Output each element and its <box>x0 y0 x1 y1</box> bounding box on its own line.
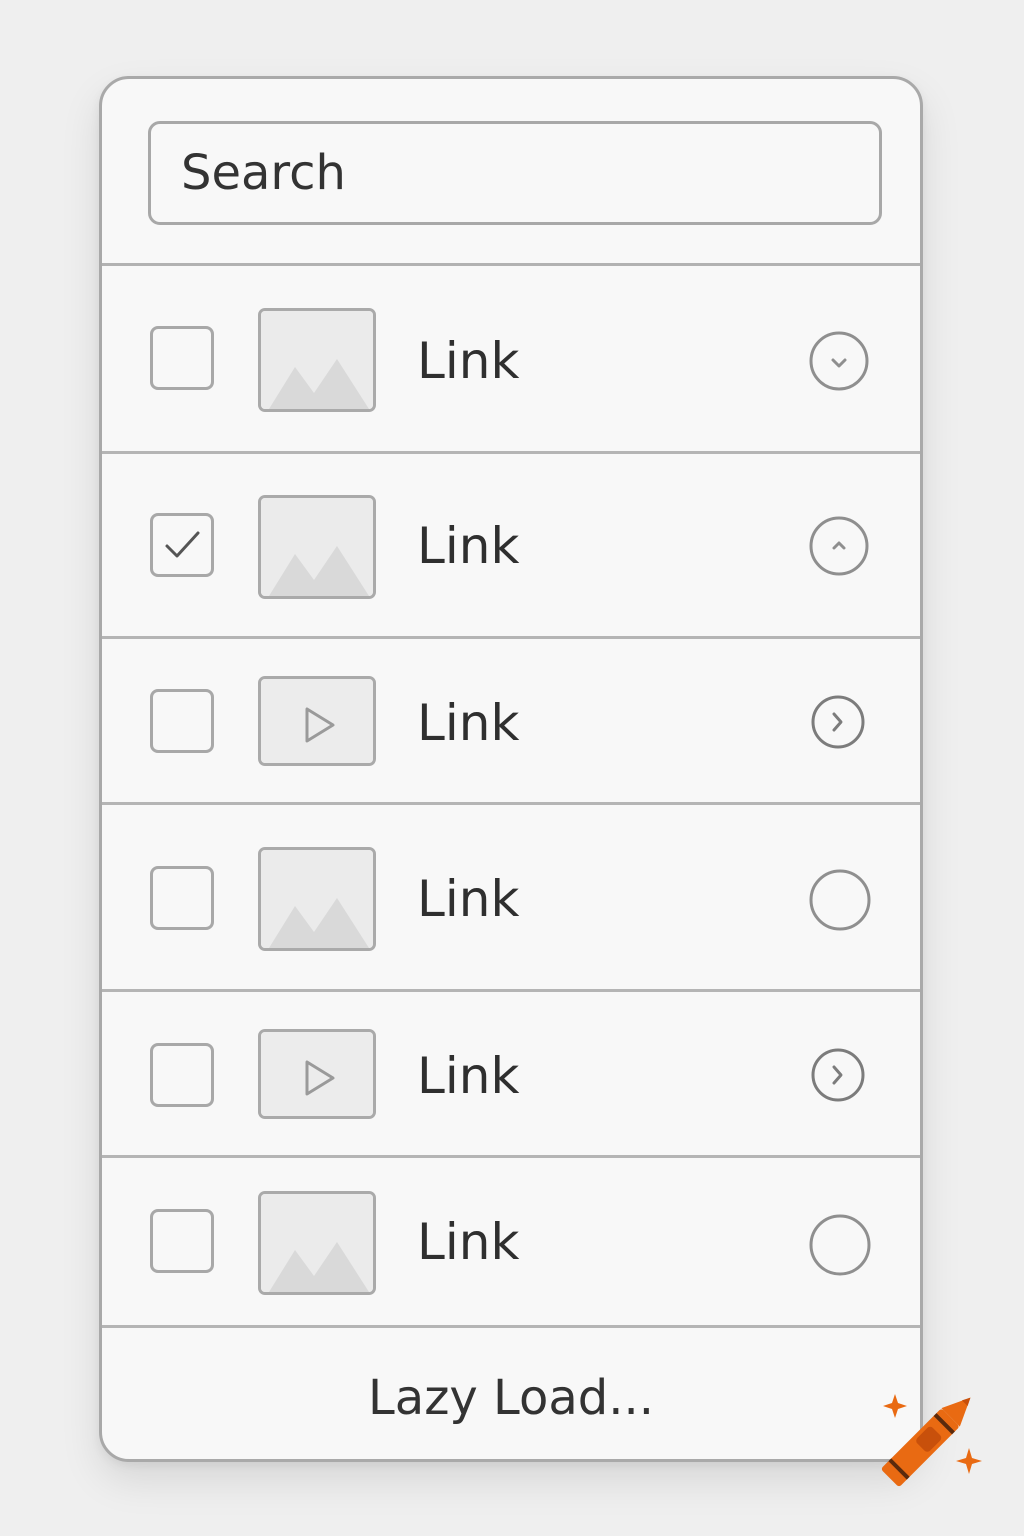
chevron-down-icon[interactable] <box>808 330 870 392</box>
row-checkbox[interactable] <box>150 689 214 753</box>
row-link[interactable]: Link <box>417 336 519 386</box>
list-item: Link <box>102 454 920 639</box>
play-icon <box>261 1032 373 1116</box>
search-field[interactable] <box>148 121 882 225</box>
image-placeholder-icon <box>261 1194 373 1292</box>
row-checkbox[interactable] <box>150 513 214 577</box>
row-link[interactable]: Link <box>417 874 519 924</box>
row-link[interactable]: Link <box>417 521 519 571</box>
list-item: Link <box>102 1158 920 1328</box>
row-checkbox[interactable] <box>150 1043 214 1107</box>
row-link[interactable]: Link <box>417 698 519 748</box>
row-checkbox[interactable] <box>150 1209 214 1273</box>
search-input[interactable] <box>151 124 879 222</box>
row-link[interactable]: Link <box>417 1051 519 1101</box>
image-placeholder-icon <box>261 311 373 409</box>
lazy-load-button[interactable]: Lazy Load... <box>368 1370 654 1426</box>
list-item: Link <box>102 992 920 1158</box>
image-thumbnail <box>258 308 376 412</box>
empty-circle-icon[interactable] <box>808 868 872 932</box>
video-thumbnail <box>258 676 376 766</box>
list-item: Link <box>102 266 920 454</box>
lazy-load-footer: Lazy Load... <box>102 1328 920 1459</box>
chevron-right-icon[interactable] <box>810 1047 866 1103</box>
empty-circle-icon[interactable] <box>808 1213 872 1277</box>
list-item: Link <box>102 805 920 992</box>
row-checkbox[interactable] <box>150 866 214 930</box>
image-thumbnail <box>258 1191 376 1295</box>
row-link[interactable]: Link <box>417 1217 519 1267</box>
search-section <box>102 79 920 266</box>
list-item: Link <box>102 639 920 805</box>
image-placeholder-icon <box>261 850 373 948</box>
image-placeholder-icon <box>261 498 373 596</box>
crayon-logo-icon <box>881 1394 982 1487</box>
checkmark-icon <box>165 531 200 558</box>
image-thumbnail <box>258 495 376 599</box>
image-thumbnail <box>258 847 376 951</box>
list-card: Link Link <box>99 76 923 1462</box>
row-checkbox[interactable] <box>150 326 214 390</box>
chevron-right-icon[interactable] <box>810 694 866 750</box>
chevron-up-icon[interactable] <box>808 515 870 577</box>
video-thumbnail <box>258 1029 376 1119</box>
play-icon <box>261 679 373 763</box>
